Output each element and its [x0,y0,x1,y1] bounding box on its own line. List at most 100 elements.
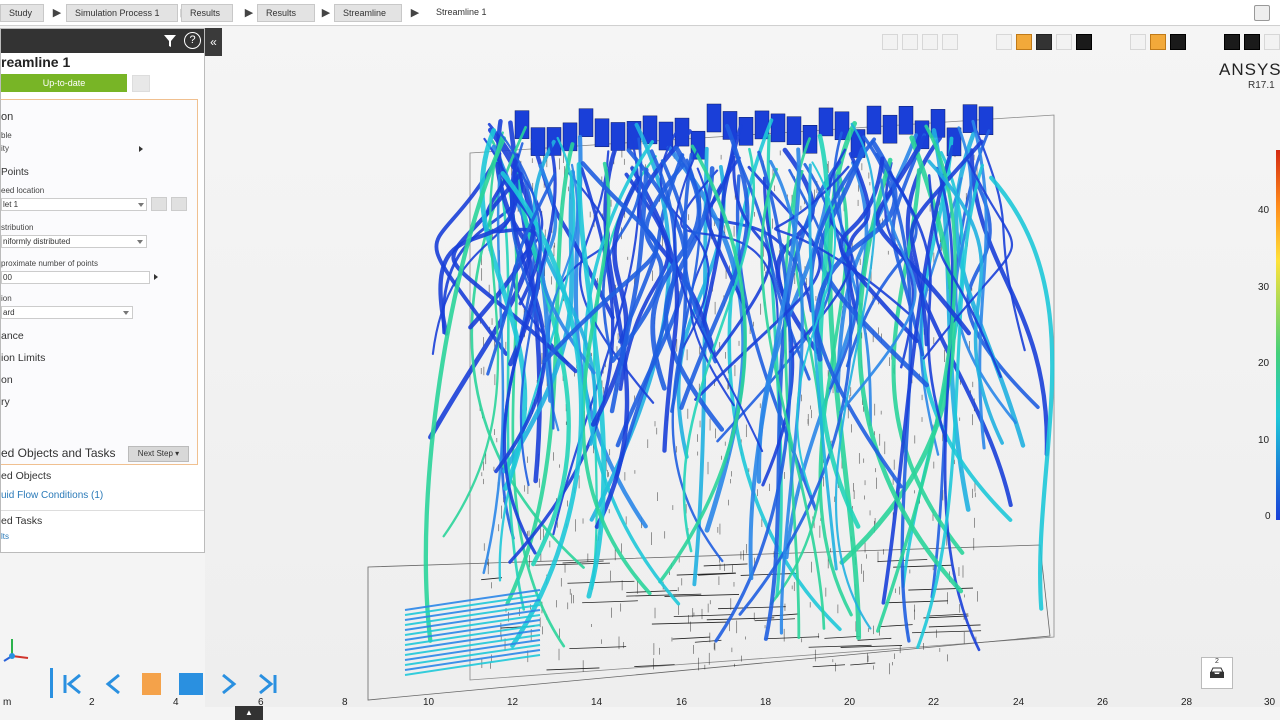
rotate-icon[interactable] [1130,34,1146,50]
breadcrumb-study[interactable]: Study [0,4,44,22]
properties-panel: ? reamline 1 Up-to-date on ble ity Point… [0,28,205,553]
distribution-label: stribution [1,223,34,232]
legend-tick: 20 [1258,358,1270,369]
definition-section: on ble ity Points eed location let 1 str… [1,99,198,465]
view-tool-icon[interactable] [902,34,918,50]
object-title: reamline 1 [1,54,71,70]
seed-location-label: eed location [1,186,45,195]
points-header[interactable]: Points [1,167,29,178]
breadcrumb-simulation-process[interactable]: Simulation Process 1 [66,4,178,22]
inbox-count: 2 [1215,658,1219,665]
used-tasks-header: ed Tasks [1,515,43,527]
breadcrumb-streamline[interactable]: Streamline [334,4,402,22]
direction-label: ion [1,294,12,303]
seed-location-select[interactable]: let 1 [1,198,147,211]
section-header[interactable]: on [1,111,13,123]
axis-label: 24 [1013,697,1025,708]
select-mode-icon[interactable] [1016,34,1032,50]
axis-label: 2 [89,697,95,708]
add-icon[interactable] [151,197,167,211]
fit-view-icon[interactable] [1170,34,1186,50]
axis-triad-icon[interactable] [2,636,34,664]
collapse-panel-icon[interactable]: « [205,28,222,56]
breadcrumb-results-2[interactable]: Results [257,4,315,22]
breadcrumb-current: Streamline 1 [436,7,487,17]
approx-points-input[interactable]: 00 [1,271,150,284]
chevron-down-icon [138,203,144,207]
list-icon[interactable] [171,197,187,211]
select-tool-icon[interactable] [1056,34,1072,50]
limits-header[interactable]: ion Limits [1,352,45,364]
expand-bottom-panel-icon[interactable]: ▲ [235,706,263,720]
status-menu-icon[interactable] [132,75,150,92]
axis-label: m [3,697,12,708]
legend-tick: 40 [1258,205,1270,216]
chevron-down-icon [123,311,129,315]
probe-icon[interactable] [1244,34,1260,50]
brand-logo: ANSYS [1219,60,1280,79]
view-tool-icon[interactable] [942,34,958,50]
legend-tick: 0 [1265,511,1271,522]
skip-first-icon[interactable] [62,672,84,696]
direction-select[interactable]: ard [1,306,133,319]
axis-label: 8 [342,697,348,708]
next-icon[interactable] [219,672,239,696]
variable-value[interactable]: ity [1,144,9,153]
view-tool-icon[interactable] [882,34,898,50]
stop-icon[interactable] [179,673,203,695]
filter-icon[interactable] [163,34,177,48]
distribution-select[interactable]: niformly distributed [1,235,147,248]
axis-label: 12 [507,697,519,708]
axis-label: 20 [844,697,856,708]
legend-tick: 10 [1258,435,1270,446]
chevron-right-icon: ▶ [410,7,420,19]
help-icon[interactable]: ? [184,32,201,49]
next-step-button[interactable]: Next Step ▾ [128,446,189,462]
select-tool-icon[interactable] [996,34,1012,50]
inbox-icon[interactable]: 2 [1201,657,1233,689]
next-step-label: Next Step [137,449,173,458]
skip-last-icon[interactable] [256,672,278,696]
flow-conditions-link[interactable]: uid Flow Conditions (1) [1,490,103,501]
streamline-render [367,103,1055,701]
axis-label: 18 [760,697,772,708]
axis-label: 14 [591,697,603,708]
status-button[interactable]: Up-to-date [1,74,127,92]
annotate-icon[interactable] [1224,34,1240,50]
expand-arrow-icon[interactable] [139,146,143,152]
view-tool-icon[interactable] [922,34,938,50]
axis-label: 22 [928,697,940,708]
axis-label: 26 [1097,697,1109,708]
used-objects-header: ed Objects [1,470,52,482]
axis-label: 16 [676,697,688,708]
expand-arrow-icon[interactable] [154,274,158,280]
axis-label: 30 [1264,697,1276,708]
location-header[interactable]: on [1,374,13,386]
variable-label: ble [1,131,12,140]
select-box-icon[interactable] [1036,34,1052,50]
pause-icon[interactable] [142,673,161,695]
chevron-right-icon: ▶ [321,7,331,19]
summary-header[interactable]: ry [1,396,10,408]
breadcrumb-results-1[interactable]: Results [181,4,233,22]
time-marker[interactable] [50,668,53,698]
divider [1,510,204,511]
panel-header: ? [1,29,204,53]
chevron-right-icon: ▶ [244,7,254,19]
zoom-icon[interactable] [1150,34,1166,50]
display-tool-icon[interactable] [1076,34,1092,50]
previous-icon[interactable] [103,672,123,696]
legend-tick: 30 [1258,282,1270,293]
appearance-header[interactable]: ance [1,330,24,342]
objects-tasks-header: ed Objects and Tasks [1,446,116,460]
layout-icon[interactable] [1254,5,1270,21]
chevron-down-icon [137,240,143,244]
approx-points-label: proximate number of points [1,259,98,268]
version-label: R17.1 [1248,80,1275,91]
more-tools-icon[interactable] [1264,34,1280,50]
color-legend-bar [1276,150,1280,520]
graphics-viewport[interactable] [205,27,1280,707]
results-link[interactable]: lts [1,532,9,541]
axis-label: 28 [1181,697,1193,708]
axis-label: 10 [423,697,435,708]
